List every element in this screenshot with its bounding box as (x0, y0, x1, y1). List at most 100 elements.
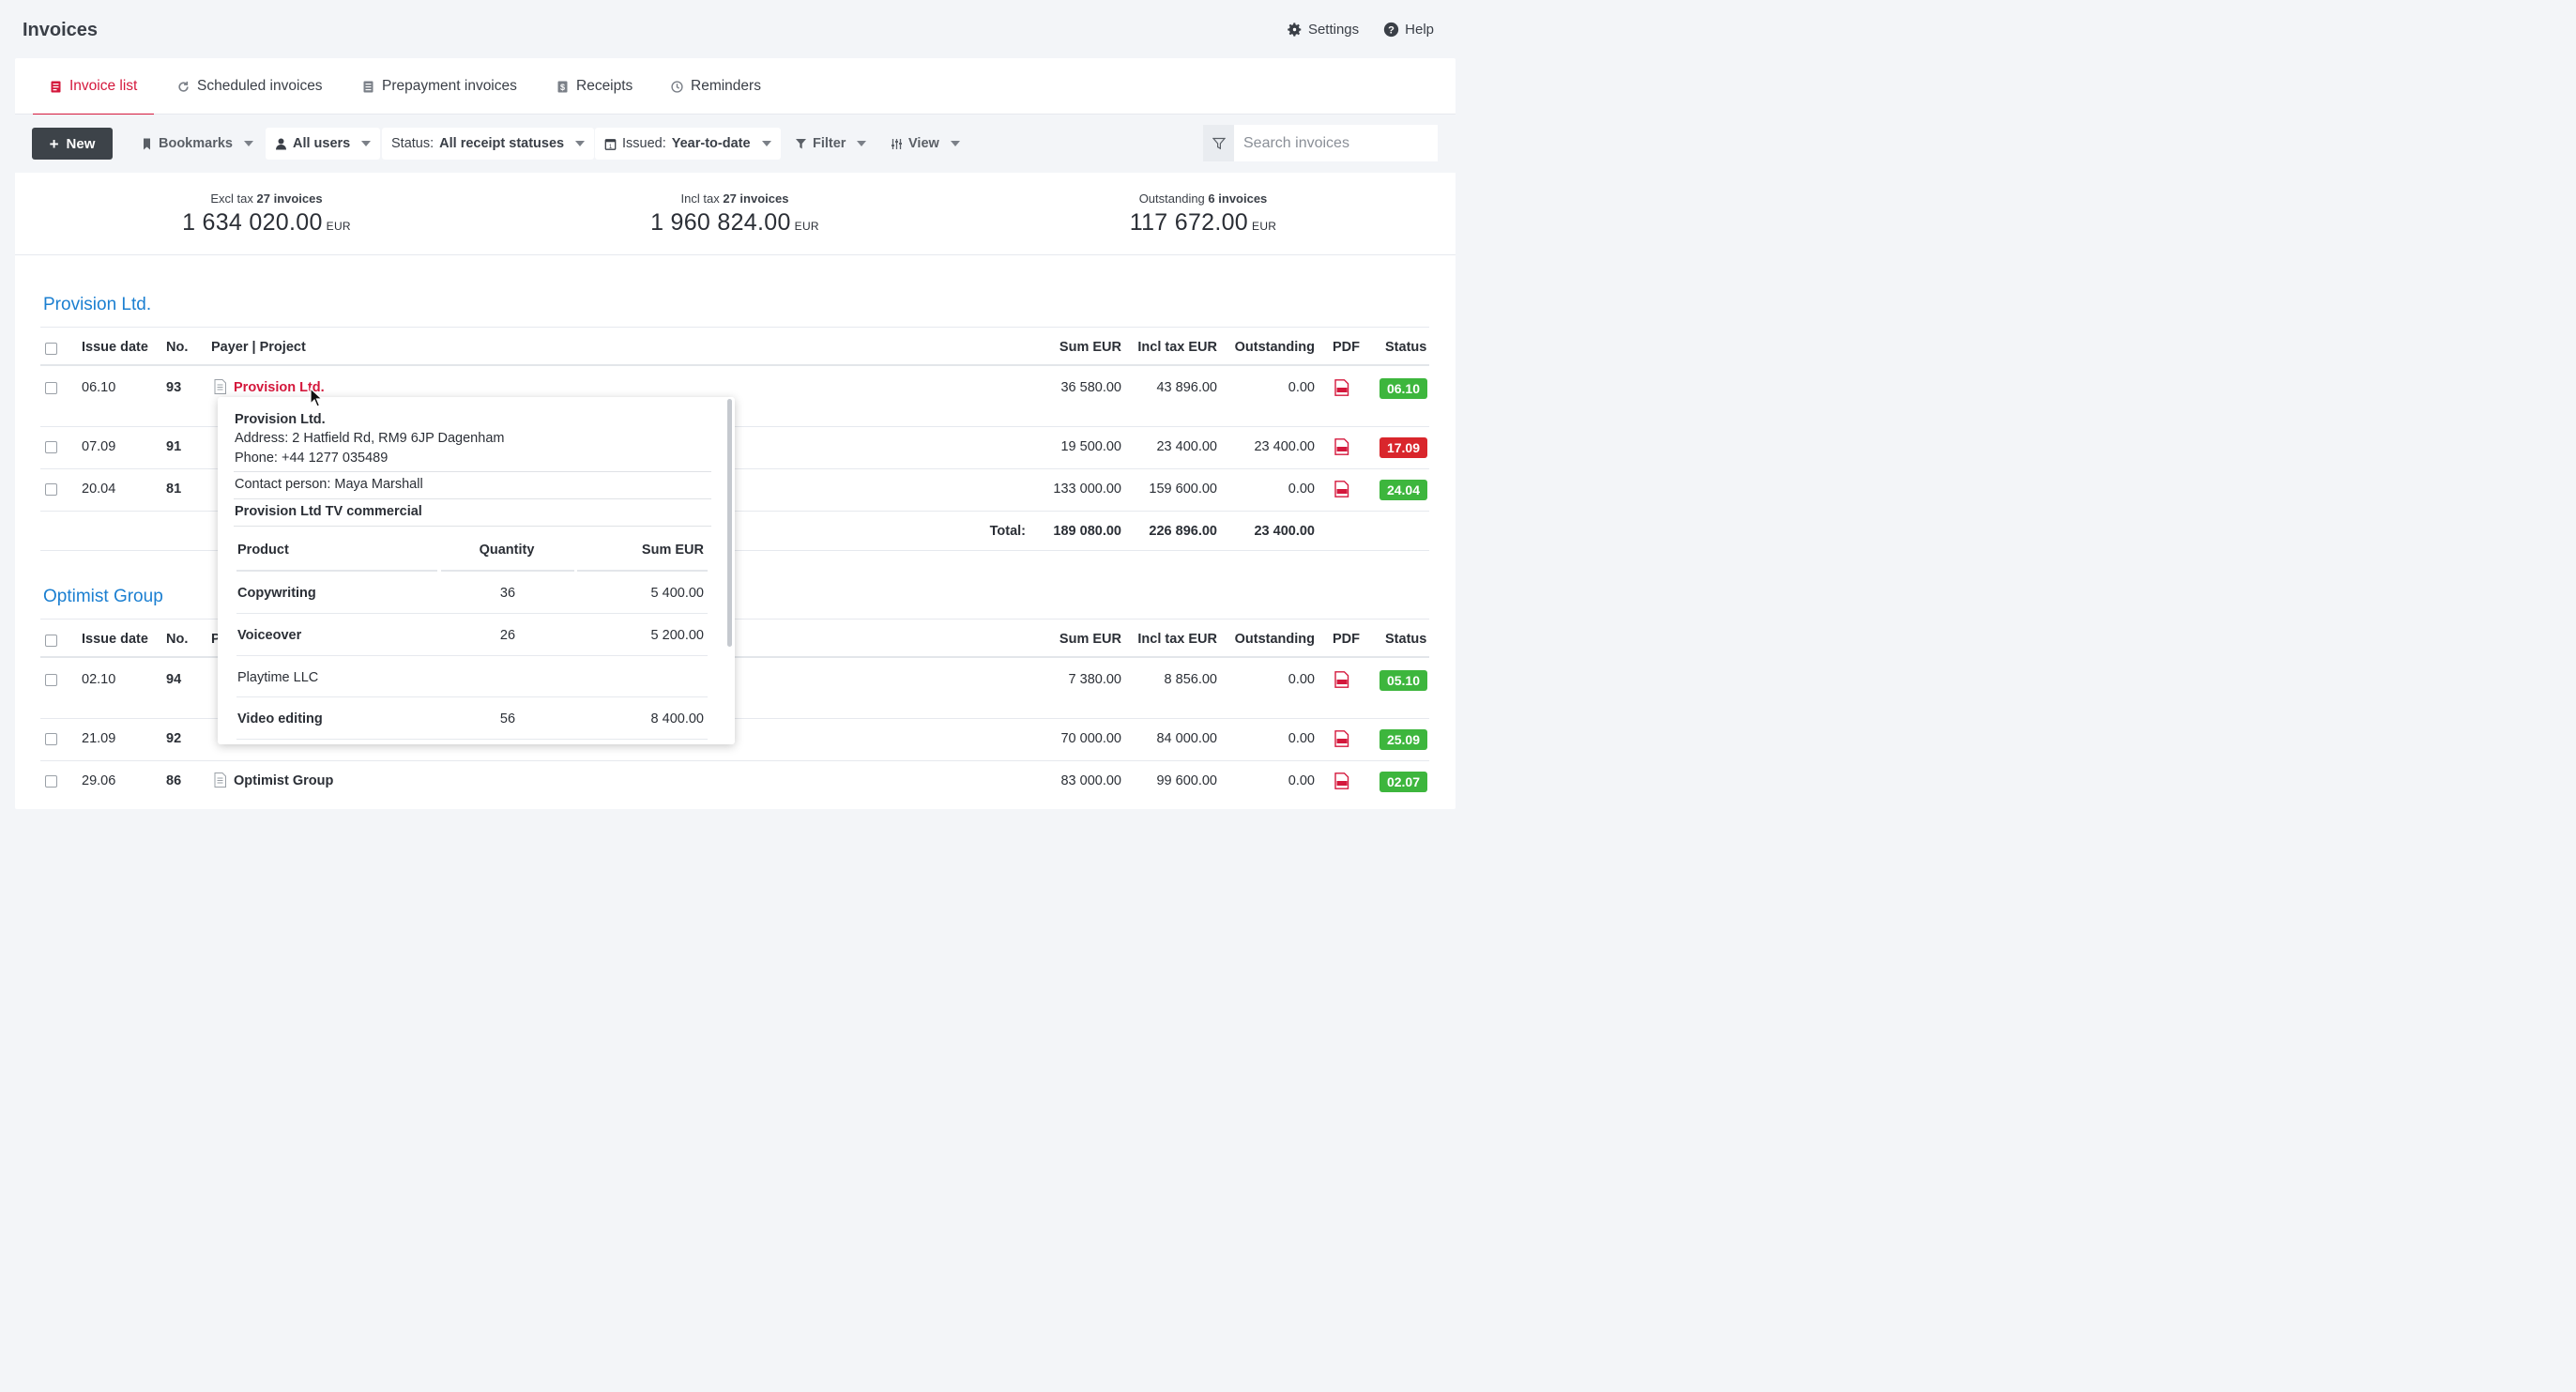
plus-icon: + (49, 134, 59, 153)
filter-dropdown[interactable]: Filter (785, 128, 876, 160)
row-outstanding: 0.00 (1288, 380, 1315, 395)
row-checkbox[interactable] (45, 775, 57, 788)
pdf-icon[interactable] (1334, 481, 1350, 497)
group-title[interactable]: Optimist Group (43, 587, 163, 607)
popover-phone: Phone: +44 1277 035489 (235, 451, 389, 466)
popover-item-quantity: 36 (499, 586, 516, 601)
status-dropdown[interactable]: Status: All receipt statuses (382, 128, 595, 160)
filter-icon (796, 138, 806, 148)
total-label: Total: (989, 524, 1026, 539)
pdf-icon[interactable] (1334, 730, 1350, 747)
row-number: 86 (166, 773, 182, 788)
col-outstanding[interactable]: Outstanding (1221, 340, 1315, 355)
row-checkbox[interactable] (45, 483, 57, 496)
row-incl-tax: 159 600.00 (1149, 482, 1217, 497)
status-badge[interactable]: 25.09 (1379, 729, 1427, 750)
new-button-label: New (66, 135, 96, 152)
view-dropdown[interactable]: View (881, 128, 969, 160)
gear-icon (1288, 23, 1302, 37)
row-number: 91 (166, 439, 182, 454)
col-status[interactable]: Status (1385, 340, 1426, 355)
search-box (1203, 125, 1438, 161)
col-incl-tax[interactable]: Incl tax EUR (1123, 340, 1217, 355)
bookmarks-label: Bookmarks (159, 136, 233, 151)
table-row[interactable]: 29.06 86 Optimist Group 83 000.00 99 600… (40, 761, 1429, 803)
new-button[interactable]: + New (32, 128, 113, 160)
row-sum: 7 380.00 (1068, 672, 1121, 687)
row-checkbox[interactable] (45, 733, 57, 745)
col-issue-date[interactable]: Issue date (82, 340, 148, 355)
col-incl-tax[interactable]: Incl tax EUR (1123, 632, 1217, 647)
col-outstanding[interactable]: Outstanding (1221, 632, 1315, 647)
row-date: 21.09 (82, 731, 116, 746)
summary-value: 1 960 824.00 (650, 209, 791, 236)
popover-company: Provision Ltd. (235, 412, 326, 427)
summary-count: 27 invoices (256, 191, 323, 206)
status-badge[interactable]: 24.04 (1379, 480, 1427, 500)
help-link[interactable]: ? Help (1383, 22, 1434, 38)
tab-prepayment-invoices[interactable]: Prepayment invoices (362, 58, 517, 115)
col-sum[interactable]: Sum EUR (1028, 632, 1121, 647)
status-badge[interactable]: 06.10 (1379, 378, 1427, 399)
row-sum: 70 000.00 (1060, 731, 1121, 746)
issued-dropdown[interactable]: 1 Issued: Year-to-date (595, 128, 781, 160)
status-badge[interactable]: 02.07 (1379, 772, 1427, 792)
status-badge[interactable]: 05.10 (1379, 670, 1427, 691)
popover-scrollbar[interactable] (727, 399, 732, 647)
row-checkbox[interactable] (45, 382, 57, 394)
pdf-icon[interactable] (1334, 671, 1350, 688)
col-status[interactable]: Status (1385, 632, 1426, 647)
popover-item-quantity: 56 (499, 711, 516, 727)
payer-name[interactable]: Optimist Group (234, 773, 333, 788)
row-date: 29.06 (82, 773, 116, 788)
chevron-down-icon (857, 141, 867, 146)
issued-value: Year-to-date (671, 136, 751, 151)
calendar-icon: 1 (604, 138, 617, 150)
users-dropdown[interactable]: All users (266, 128, 381, 160)
col-issue-date[interactable]: Issue date (82, 632, 148, 647)
summary-excl-tax: Excl tax 27 invoices 1 634 020.00 EUR (182, 191, 351, 237)
summary-incl-tax: Incl tax 27 invoices 1 960 824.00 EUR (650, 191, 819, 237)
tab-invoice-list[interactable]: Invoice list (32, 58, 155, 115)
pdf-icon[interactable] (1334, 379, 1350, 396)
tab-label: Scheduled invoices (197, 78, 323, 94)
summary-outstanding: Outstanding 6 invoices 117 672.00 EUR (1128, 191, 1278, 237)
search-input[interactable] (1234, 125, 1438, 161)
top-links: Settings ? Help (1287, 22, 1434, 38)
divider (441, 570, 574, 572)
tab-scheduled-invoices[interactable]: Scheduled invoices (177, 58, 323, 115)
select-all-checkbox[interactable] (45, 343, 57, 355)
search-filter-button[interactable] (1203, 125, 1234, 161)
divider (234, 471, 711, 472)
settings-link[interactable]: Settings (1287, 22, 1359, 38)
row-checkbox[interactable] (45, 674, 57, 686)
col-no[interactable]: No. (166, 340, 188, 355)
bookmarks-dropdown[interactable]: Bookmarks (131, 128, 263, 160)
group-title[interactable]: Provision Ltd. (43, 295, 151, 315)
view-label: View (908, 136, 939, 151)
help-label: Help (1405, 22, 1434, 38)
col-payer-project[interactable]: Payer | Project (211, 340, 306, 355)
status-badge[interactable]: 17.09 (1379, 437, 1427, 458)
row-checkbox[interactable] (45, 441, 57, 453)
popover-address: Address: 2 Hatfield Rd, RM9 6JP Dagenham (235, 431, 505, 446)
pdf-icon[interactable] (1334, 772, 1350, 789)
col-no[interactable]: No. (166, 632, 188, 647)
popover-item-product: Copywriting (237, 586, 316, 601)
tab-reminders[interactable]: Reminders (671, 58, 761, 115)
select-all-checkbox[interactable] (45, 635, 57, 647)
summary-currency: EUR (794, 220, 819, 233)
tab-receipts[interactable]: $ Receipts (556, 58, 633, 115)
total-outstanding: 23 400.00 (1254, 524, 1315, 539)
status-key: Status: (391, 136, 434, 151)
col-sum[interactable]: Sum EUR (1028, 340, 1121, 355)
row-sum: 133 000.00 (1053, 482, 1121, 497)
help-icon: ? (1383, 22, 1399, 38)
sliders-icon (892, 138, 902, 149)
popover-item-product: Video editing (237, 711, 323, 727)
document-icon (214, 379, 226, 394)
top-bar: Invoices Settings ? Help (0, 0, 1471, 58)
popover-th-quantity: Quantity (479, 543, 535, 558)
pdf-icon[interactable] (1334, 438, 1350, 455)
settings-label: Settings (1307, 22, 1360, 38)
